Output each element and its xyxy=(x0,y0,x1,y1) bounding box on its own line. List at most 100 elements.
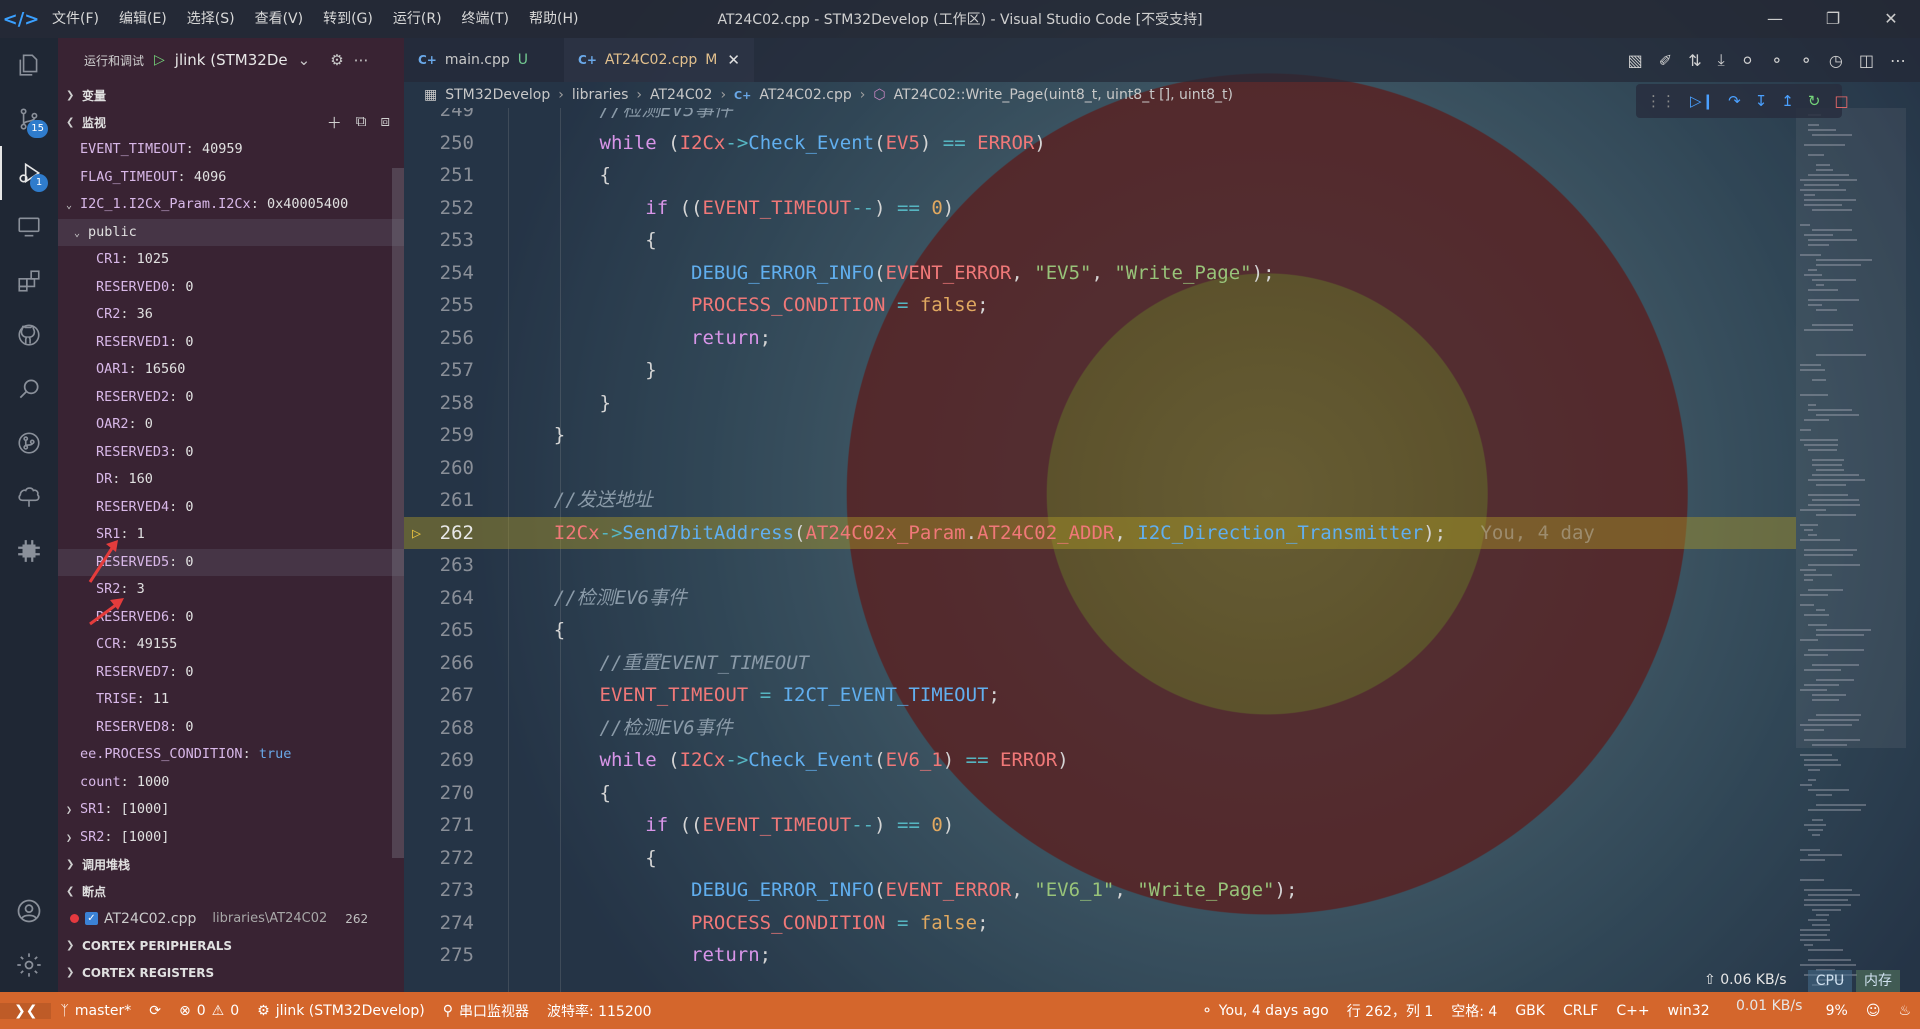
section-call-stack[interactable]: ❯ 调用堆栈 xyxy=(58,851,404,878)
restart-icon[interactable]: ↻ xyxy=(1808,92,1821,110)
menu-edit[interactable]: 编辑(E) xyxy=(109,0,177,38)
breadcrumb-item[interactable]: AT24C02 xyxy=(650,87,712,103)
watch-item[interactable]: EVENT_TIMEOUT: 40959 xyxy=(58,136,404,164)
download-icon[interactable]: ⤓ xyxy=(1718,50,1725,70)
code-line[interactable]: 256 return; xyxy=(404,322,1796,355)
gear-icon[interactable] xyxy=(0,938,58,992)
watch-item[interactable]: RESERVED3: 0 xyxy=(58,439,404,467)
minimap[interactable] xyxy=(1796,108,1906,992)
code-line[interactable]: 251 { xyxy=(404,159,1796,192)
watch-item-collapsed[interactable]: ❯ SR1: [1000] xyxy=(58,796,404,824)
breadcrumb-item[interactable]: STM32Develop xyxy=(445,87,550,103)
stop-icon[interactable]: □ xyxy=(1834,92,1848,110)
breadcrumb-item[interactable]: libraries xyxy=(572,87,629,103)
close-window-icon[interactable]: ✕ xyxy=(1862,0,1920,38)
drag-handle-icon[interactable]: ⋮⋮ xyxy=(1646,92,1676,110)
timeline-icon[interactable]: ◷ xyxy=(1829,51,1843,70)
status-problems[interactable]: ⊗ 0 ⚠ 0 xyxy=(170,1003,248,1019)
git-graph-icon[interactable] xyxy=(0,416,58,470)
section-breakpoints[interactable]: ❮ 断点 xyxy=(58,878,404,905)
breadcrumb-item[interactable]: AT24C02.cpp xyxy=(759,87,851,103)
step-into-icon[interactable]: ↧ xyxy=(1755,92,1768,110)
menu-help[interactable]: 帮助(H) xyxy=(519,0,588,38)
code-line[interactable]: 260 xyxy=(404,452,1796,485)
source-control-icon[interactable]: 15 xyxy=(0,92,58,146)
code-line[interactable]: 263 xyxy=(404,549,1796,582)
code-line[interactable]: 258 } xyxy=(404,387,1796,420)
debug-settings-gear-icon[interactable]: ⚙ xyxy=(330,51,343,69)
watch-item-public[interactable]: ⌄ public xyxy=(58,218,404,246)
step-out-icon[interactable]: ↥ xyxy=(1781,92,1794,110)
start-debug-icon[interactable]: ▷ xyxy=(154,52,165,68)
section-cortex-registers[interactable]: ❯ CORTEX REGISTERS xyxy=(58,959,404,986)
status-eol[interactable]: CRLF xyxy=(1554,1003,1607,1019)
extensions-icon[interactable] xyxy=(0,254,58,308)
add-expression-icon[interactable]: ＋ xyxy=(327,112,342,133)
code-line[interactable]: 269 while (I2Cx->Check_Event(EV6_1) == E… xyxy=(404,744,1796,777)
chevron-down-icon[interactable]: ⌄ xyxy=(298,51,311,69)
account-icon[interactable] xyxy=(0,884,58,938)
code-line[interactable]: 261 //发送地址 xyxy=(404,484,1796,517)
section-variables[interactable]: ❯ 变量 xyxy=(58,82,404,109)
watch-item[interactable]: RESERVED1: 0 xyxy=(58,329,404,357)
refresh-watch-icon[interactable]: ⧉ xyxy=(356,112,367,133)
build-icon[interactable]: ▧ xyxy=(1628,51,1643,70)
watch-item-expanded[interactable]: ⌄ I2C_1.I2Cx_Param.I2Cx: 0x40005400 xyxy=(58,191,404,219)
menu-terminal[interactable]: 终端(T) xyxy=(452,0,519,38)
watch-item[interactable]: OAR1: 16560 xyxy=(58,356,404,384)
breakpoint-item[interactable]: ✓ AT24C02.cpp libraries\AT24C02 262 xyxy=(58,905,404,932)
chip-icon[interactable] xyxy=(0,524,58,578)
code-line[interactable]: 275 return; xyxy=(404,939,1796,972)
git-next-icon[interactable]: ⚬ xyxy=(1800,51,1813,70)
watch-item[interactable]: CCR: 49155 xyxy=(58,631,404,659)
section-watch[interactable]: ❮ 监视 ＋ ⧉ ⧈ xyxy=(58,109,404,136)
watch-item[interactable]: count: 1000 xyxy=(58,769,404,797)
code-line[interactable]: 273 DEBUG_ERROR_INFO(EVENT_ERROR, "EV6_1… xyxy=(404,874,1796,907)
code-line[interactable]: 268 //检测EV6事件 xyxy=(404,712,1796,745)
status-language[interactable]: C++ xyxy=(1607,1003,1658,1019)
code-line[interactable]: 254 DEBUG_ERROR_INFO(EVENT_ERROR, "EV5",… xyxy=(404,257,1796,290)
code-line[interactable]: 252 if ((EVENT_TIMEOUT--) == 0) xyxy=(404,192,1796,225)
code-line[interactable]: 264 //检测EV6事件 xyxy=(404,582,1796,615)
more-icon[interactable]: ⋯ xyxy=(1890,51,1906,70)
code-line[interactable]: 271 if ((EVENT_TIMEOUT--) == 0) xyxy=(404,809,1796,842)
watch-item[interactable]: OAR2: 0 xyxy=(58,411,404,439)
code-line[interactable]: 253 { xyxy=(404,224,1796,257)
code-line[interactable]: 250 while (I2Cx->Check_Event(EV5) == ERR… xyxy=(404,127,1796,160)
code-line[interactable]: 259 } xyxy=(404,419,1796,452)
status-serial-monitor[interactable]: ⚲ 串口监视器 xyxy=(434,1001,538,1021)
sidebar-scrollbar[interactable] xyxy=(392,168,404,858)
watch-item[interactable]: CR2: 36 xyxy=(58,301,404,329)
watch-item[interactable]: RESERVED4: 0 xyxy=(58,494,404,522)
code-line[interactable]: 266 //重置EVENT_TIMEOUT xyxy=(404,647,1796,680)
watch-item[interactable]: DR: 160 xyxy=(58,466,404,494)
code-line[interactable]: 272 { xyxy=(404,842,1796,875)
code-line[interactable]: 265 { xyxy=(404,614,1796,647)
code-line[interactable]: 270 { xyxy=(404,777,1796,810)
close-tab-icon[interactable]: ✕ xyxy=(727,51,740,69)
watch-item-collapsed[interactable]: ❯ SR2: [1000] xyxy=(58,824,404,852)
split-editor-icon[interactable]: ◫ xyxy=(1859,51,1874,70)
code-line[interactable]: 249 //检测EV5事件 xyxy=(404,108,1796,127)
status-position[interactable]: 行 262，列 1 xyxy=(1338,1001,1443,1021)
minimize-icon[interactable]: — xyxy=(1746,0,1804,38)
status-sync[interactable]: ⟳ xyxy=(140,1003,170,1019)
tab-at24c02-cpp[interactable]: C+ AT24C02.cpp M ✕ xyxy=(564,38,754,82)
git-commit-icon[interactable]: ⚪ xyxy=(1741,51,1754,70)
watch-item[interactable]: RESERVED0: 0 xyxy=(58,274,404,302)
status-spaces[interactable]: 空格: 4 xyxy=(1442,1001,1506,1021)
search-icon[interactable] xyxy=(0,362,58,416)
watch-item[interactable]: RESERVED7: 0 xyxy=(58,659,404,687)
github-icon[interactable] xyxy=(0,308,58,362)
status-baud[interactable]: 波特率: 115200 xyxy=(538,1001,661,1021)
compare-icon[interactable]: ⇅ xyxy=(1688,51,1701,70)
section-cortex-peripherals[interactable]: ❯ CORTEX PERIPHERALS xyxy=(58,932,404,959)
watch-item[interactable]: FLAG_TIMEOUT: 4096 xyxy=(58,164,404,192)
brush-icon[interactable]: ✐ xyxy=(1659,51,1672,70)
watch-item[interactable]: ee.PROCESS_CONDITION: true xyxy=(58,741,404,769)
code-line[interactable]: 274 PROCESS_CONDITION = false; xyxy=(404,907,1796,940)
continue-icon[interactable]: ▷❙ xyxy=(1690,92,1714,110)
menu-run[interactable]: 运行(R) xyxy=(383,0,452,38)
status-encoding[interactable]: GBK xyxy=(1506,1003,1554,1019)
git-prev-icon[interactable]: ⚬ xyxy=(1770,51,1783,70)
